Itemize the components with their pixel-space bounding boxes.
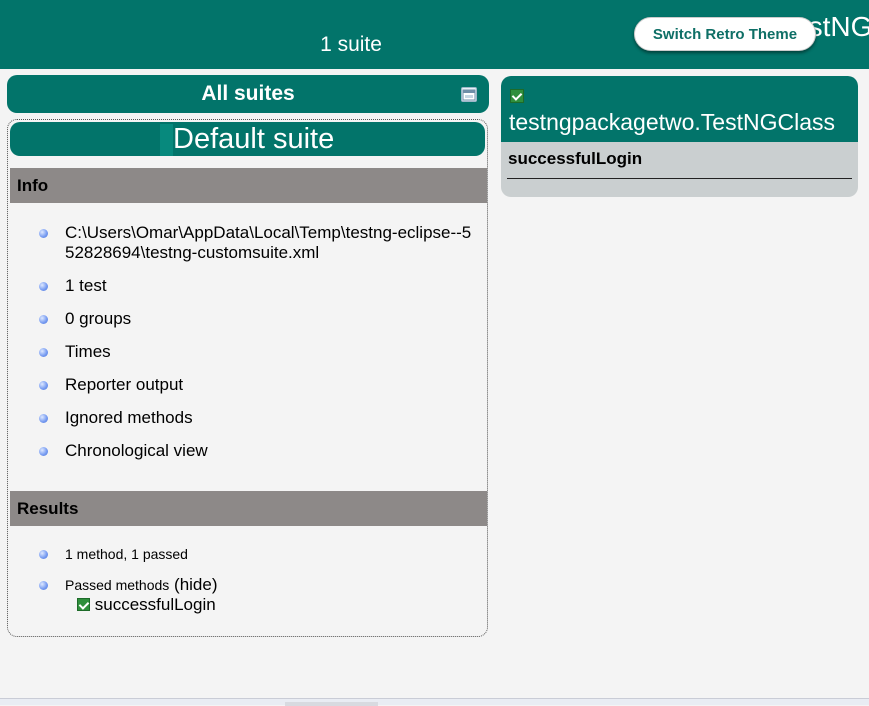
bullet-icon xyxy=(39,550,48,559)
passed-check-icon xyxy=(510,89,524,103)
bullet-icon xyxy=(39,414,48,423)
bullet-icon xyxy=(39,581,48,590)
info-list: C:\Users\Omar\AppData\Local\Temp\testng-… xyxy=(8,223,486,461)
test-class-card: testngpackagetwo.TestNGClass successfulL… xyxy=(501,76,858,197)
top-banner: TestNG Results 1 suite Switch Retro Them… xyxy=(0,0,869,69)
suite-marker xyxy=(160,124,173,156)
list-item-suite-path[interactable]: C:\Users\Omar\AppData\Local\Temp\testng-… xyxy=(8,223,480,263)
list-item-ignored-methods[interactable]: Ignored methods xyxy=(8,408,486,428)
results-summary: 1 method, 1 passed xyxy=(65,546,188,562)
test-class-name: testngpackagetwo.TestNGClass xyxy=(509,109,835,135)
bullet-icon xyxy=(39,229,48,238)
list-item-groups[interactable]: 0 groups xyxy=(8,309,486,329)
results-section-heading: Results xyxy=(10,491,487,526)
bullet-icon xyxy=(39,381,48,390)
default-suite-header[interactable]: Default suite xyxy=(10,122,485,156)
list-item-tests[interactable]: 1 test xyxy=(8,276,486,296)
list-item-summary: 1 method, 1 passed xyxy=(8,544,486,564)
test-class-header: testngpackagetwo.TestNGClass xyxy=(501,76,858,142)
test-method-name[interactable]: successfulLogin xyxy=(508,149,642,169)
times-link[interactable]: Times xyxy=(65,342,111,361)
passed-check-icon xyxy=(77,598,90,611)
all-suites-label: All suites xyxy=(201,82,295,105)
list-item-chronological-view[interactable]: Chronological view xyxy=(8,441,486,461)
list-item-passed-methods: Passed methods (hide) successfulLogin xyxy=(8,575,486,615)
bullet-icon xyxy=(39,348,48,357)
bullet-icon xyxy=(39,315,48,324)
all-suites-header[interactable]: All suites xyxy=(7,75,489,113)
suite-path-link[interactable]: C:\Users\Omar\AppData\Local\Temp\testng-… xyxy=(65,223,471,262)
passed-method-name[interactable]: successfulLogin xyxy=(95,595,216,614)
suite-count: 1 suite xyxy=(320,33,382,56)
reporter-output-link[interactable]: Reporter output xyxy=(65,375,183,394)
scrollbar-thumb[interactable] xyxy=(285,702,378,706)
list-item-times[interactable]: Times xyxy=(8,342,486,362)
list-item-reporter-output[interactable]: Reporter output xyxy=(8,375,486,395)
switch-retro-theme-button[interactable]: Switch Retro Theme xyxy=(634,17,816,51)
ignored-methods-link[interactable]: Ignored methods xyxy=(65,408,193,427)
passed-methods-label: Passed methods xyxy=(65,577,170,593)
collapse-window-icon[interactable] xyxy=(461,87,477,102)
method-divider xyxy=(507,178,852,179)
bullet-icon xyxy=(39,282,48,291)
suite-name: Default suite xyxy=(173,123,335,155)
chronological-view-link[interactable]: Chronological view xyxy=(65,441,208,460)
hide-passed-link[interactable]: (hide) xyxy=(174,575,217,594)
horizontal-scrollbar[interactable] xyxy=(0,698,869,706)
bullet-icon xyxy=(39,447,48,456)
passed-method-item[interactable]: successfulLogin xyxy=(77,595,486,615)
groups-link[interactable]: 0 groups xyxy=(65,309,131,328)
results-list: 1 method, 1 passed Passed methods (hide)… xyxy=(8,544,486,615)
tests-link[interactable]: 1 test xyxy=(65,276,107,295)
default-suite-panel: Default suite Info C:\Users\Omar\AppData… xyxy=(7,119,488,637)
info-section-heading: Info xyxy=(10,168,487,203)
